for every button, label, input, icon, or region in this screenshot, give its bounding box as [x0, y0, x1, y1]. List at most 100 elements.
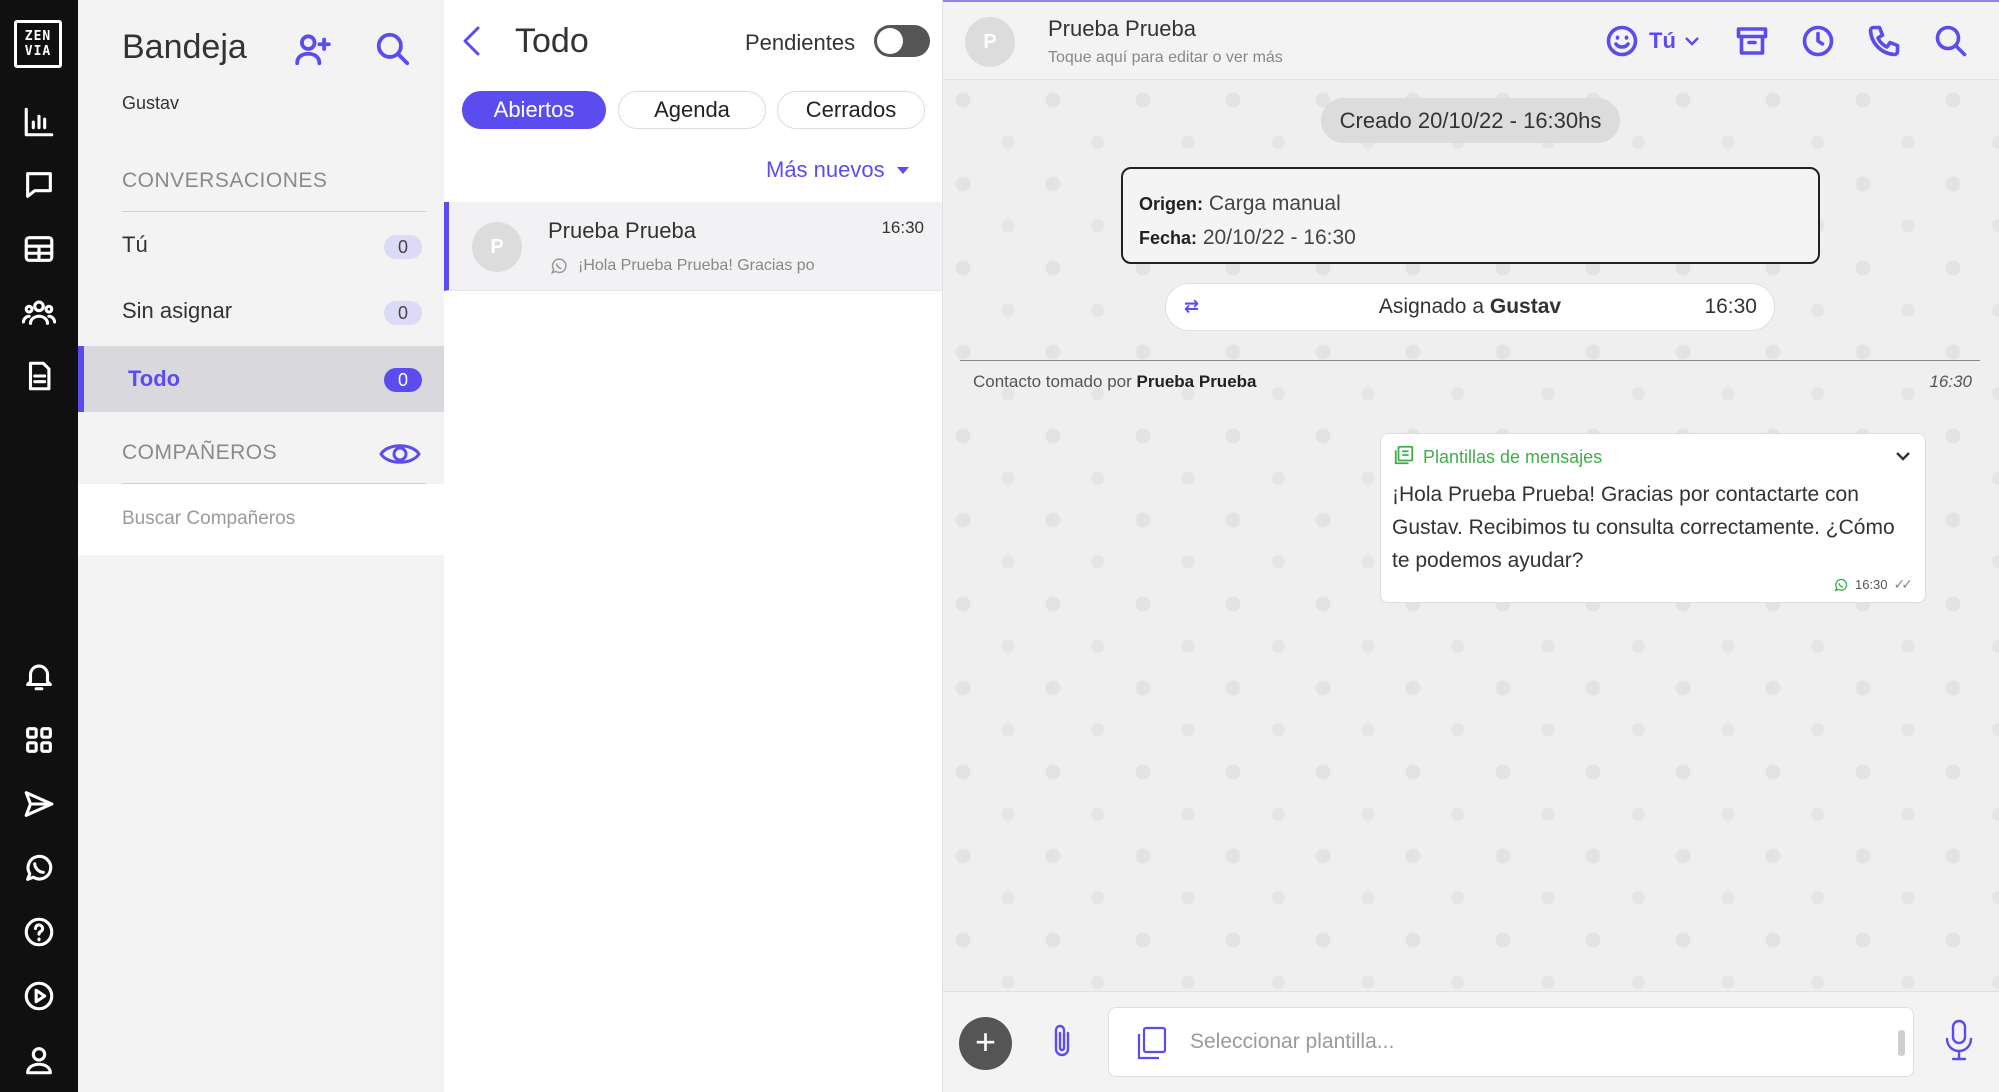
- list-title: Todo: [515, 22, 589, 60]
- archive-icon[interactable]: [1732, 21, 1772, 61]
- contact-subtitle[interactable]: Toque aquí para editar o ver más: [1048, 49, 1283, 67]
- date-row: Fecha: 20/10/22 - 16:30: [1139, 221, 1818, 255]
- bell-icon[interactable]: [19, 656, 59, 696]
- template-label: Plantillas de mensajes: [1423, 447, 1603, 467]
- divider: [960, 360, 1980, 361]
- chevron-down-icon[interactable]: [1893, 446, 1913, 466]
- inbox-item-label: Tú: [122, 232, 148, 257]
- outgoing-message[interactable]: Plantillas de mensajes ¡Hola Prueba Prue…: [1380, 433, 1926, 603]
- assigned-prefix: Asignado a: [1378, 295, 1485, 318]
- user-icon[interactable]: [19, 1040, 59, 1080]
- template-icon: [1393, 444, 1415, 471]
- taken-time: 16:30: [1929, 372, 1972, 391]
- divider: [122, 211, 426, 212]
- caret-down-icon: [896, 166, 909, 174]
- send-icon[interactable]: [19, 784, 59, 824]
- whatsapp-icon[interactable]: [19, 848, 59, 888]
- logo-icon[interactable]: ZEN VIA: [14, 20, 62, 68]
- chat-messages[interactable]: Creado 20/10/22 - 16:30hs Origen: Carga …: [943, 80, 1999, 991]
- whatsapp-icon: [1834, 578, 1848, 591]
- phone-icon[interactable]: [1864, 21, 1904, 61]
- logo-text-bottom: VIA: [24, 44, 52, 59]
- microphone-icon[interactable]: [1942, 1017, 1976, 1063]
- sort-dropdown[interactable]: Más nuevos: [766, 157, 909, 183]
- message-header: Plantillas de mensajes: [1393, 444, 1602, 471]
- contact-name[interactable]: Prueba Prueba: [1048, 16, 1196, 42]
- assignment-event: ⇄ Asignado a Gustav 16:30: [1165, 283, 1775, 331]
- double-check-icon: ✓✓: [1893, 576, 1914, 592]
- assigned-name: Gustav: [1489, 295, 1562, 318]
- assignment-text: Asignado a Gustav: [1166, 295, 1774, 319]
- conversation-list: Todo Pendientes Abiertos Agenda Cerrados…: [444, 0, 943, 1092]
- tab-open[interactable]: Abiertos: [462, 91, 606, 129]
- help-icon[interactable]: [19, 912, 59, 952]
- created-badge: Creado 20/10/22 - 16:30hs: [1321, 98, 1620, 143]
- assigned-time: 16:30: [1704, 295, 1757, 318]
- taken-prefix: Contacto tomado por: [973, 372, 1132, 391]
- tab-closed[interactable]: Cerrados: [777, 91, 925, 129]
- chevron-left-icon[interactable]: [456, 22, 486, 60]
- add-contact-icon[interactable]: [290, 26, 336, 72]
- chat-panel: P Prueba Prueba Toque aquí para editar o…: [943, 0, 1999, 1092]
- pending-toggle[interactable]: [874, 25, 930, 57]
- inbox-item-all[interactable]: Todo 0: [78, 346, 444, 412]
- inbox-user: Gustav: [122, 93, 180, 113]
- chat-icon[interactable]: [19, 165, 59, 205]
- add-button[interactable]: +: [959, 1017, 1012, 1070]
- origin-label: Origen:: [1139, 194, 1204, 214]
- search-companions-input[interactable]: Buscar Compañeros: [78, 484, 444, 555]
- contact-taken-event: Contacto tomado por Prueba Prueba: [973, 372, 1257, 392]
- taken-name: Prueba Prueba: [1136, 372, 1257, 391]
- smiley-icon[interactable]: [1602, 21, 1642, 61]
- conversations-header: CONVERSACIONES: [122, 169, 328, 192]
- date-value: 20/10/22 - 16:30: [1202, 226, 1356, 249]
- table-icon[interactable]: [19, 229, 59, 269]
- inbox-title: Bandeja: [122, 28, 247, 66]
- whatsapp-icon: [549, 256, 569, 276]
- scrollbar[interactable]: [1898, 1030, 1905, 1056]
- chart-icon[interactable]: [19, 102, 59, 142]
- inbox-item-unassigned[interactable]: Sin asignar 0: [78, 279, 444, 343]
- document-icon[interactable]: [19, 356, 59, 396]
- message-text: ¡Hola Prueba Prueba! Gracias por contact…: [1392, 483, 1895, 572]
- avatar: P: [472, 222, 522, 272]
- pending-label: Pendientes: [745, 30, 856, 55]
- copy-icon[interactable]: [1131, 1024, 1169, 1062]
- origin-value: Carga manual: [1208, 192, 1341, 215]
- conversation-item[interactable]: P Prueba Prueba 16:30 ¡Hola Prueba Prueb…: [444, 202, 942, 291]
- conversation-time: 16:30: [881, 218, 924, 237]
- chat-header[interactable]: P Prueba Prueba Toque aquí para editar o…: [943, 0, 1999, 80]
- count-badge: 0: [384, 235, 422, 259]
- origin-row: Origen: Carga manual: [1139, 187, 1818, 221]
- paperclip-icon[interactable]: [1045, 1021, 1079, 1061]
- sort-label: Más nuevos: [766, 157, 885, 182]
- search-icon[interactable]: [370, 26, 416, 72]
- assignee-label: Tú: [1649, 28, 1676, 53]
- count-badge: 0: [384, 301, 422, 325]
- play-icon[interactable]: [19, 976, 59, 1016]
- inbox-sidebar: Bandeja Gustav CONVERSACIONES Tú 0 Sin a…: [78, 0, 444, 1092]
- eye-icon[interactable]: [378, 437, 422, 471]
- inbox-item-label: Sin asignar: [122, 298, 233, 323]
- apps-icon[interactable]: [19, 720, 59, 760]
- assignee-dropdown[interactable]: Tú: [1649, 28, 1702, 54]
- avatar: P: [965, 17, 1015, 67]
- template-input-box[interactable]: [1108, 1007, 1914, 1077]
- companions-header: COMPAÑEROS: [122, 441, 278, 464]
- conversation-preview: ¡Hola Prueba Prueba! Gracias po: [578, 257, 815, 274]
- conversation-name: Prueba Prueba: [548, 218, 696, 243]
- template-input[interactable]: [1190, 1022, 1870, 1062]
- users-icon[interactable]: [19, 292, 59, 332]
- search-icon[interactable]: [1931, 21, 1971, 61]
- chevron-down-icon: [1685, 37, 1699, 46]
- clock-icon[interactable]: [1798, 21, 1838, 61]
- count-badge: 0: [384, 368, 422, 392]
- icon-rail: ZEN VIA: [0, 0, 78, 1092]
- inbox-item-you[interactable]: Tú 0: [78, 213, 444, 277]
- message-meta: 16:30 ✓✓: [1833, 576, 1914, 593]
- composer: +: [943, 991, 1999, 1092]
- logo-text-top: ZEN: [24, 29, 52, 44]
- inbox-item-label: Todo: [128, 366, 181, 391]
- message-time: 16:30: [1854, 577, 1888, 592]
- tab-agenda[interactable]: Agenda: [618, 91, 766, 129]
